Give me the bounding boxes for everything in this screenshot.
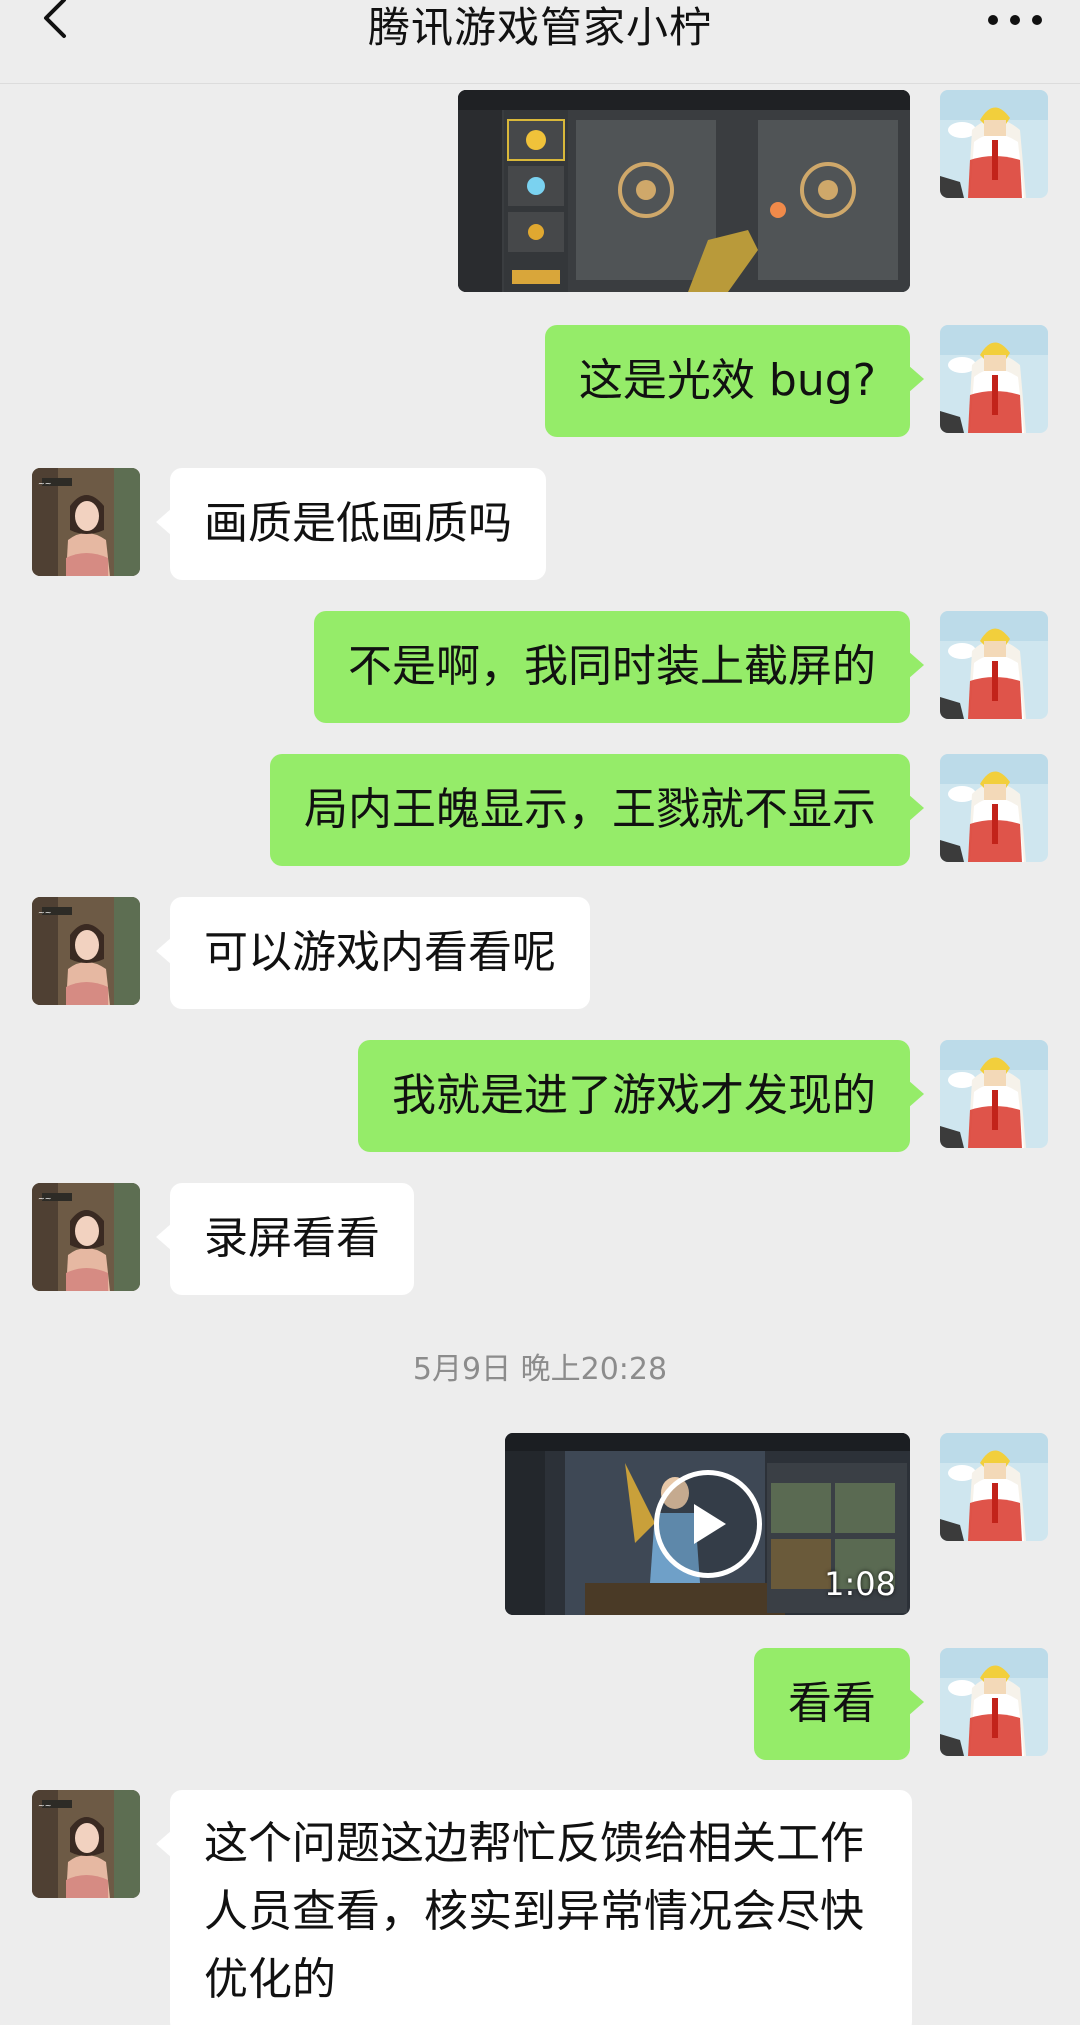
received-message-bubble[interactable]: 录屏看看 (156, 1183, 414, 1295)
game-screenshot-image (458, 90, 910, 292)
contact-avatar[interactable] (32, 468, 140, 576)
received-message-bubble[interactable]: 这个问题这边帮忙反馈给相关工作人员查看，核实到异常情况会尽快优化的 (156, 1790, 912, 2025)
my-avatar[interactable] (940, 90, 1048, 198)
contact-avatar[interactable] (32, 897, 140, 1005)
more-options-button[interactable] (980, 0, 1050, 40)
chat-header: 腾讯游戏管家小柠 (0, 0, 1080, 84)
my-avatar[interactable] (940, 1433, 1048, 1541)
sent-message-bubble[interactable]: 不是啊，我同时装上截屏的 (314, 611, 924, 723)
received-message-bubble[interactable]: 可以游戏内看看呢 (156, 897, 590, 1009)
chat-title: 腾讯游戏管家小柠 (367, 3, 712, 52)
my-avatar[interactable] (940, 754, 1048, 862)
ellipsis-icon (988, 15, 1042, 25)
contact-avatar[interactable] (32, 1183, 140, 1291)
sent-message-bubble[interactable]: 我就是进了游戏才发现的 (358, 1040, 924, 1152)
video-duration: 1:08 (824, 1565, 896, 1603)
play-button[interactable] (653, 1470, 762, 1578)
my-avatar[interactable] (940, 611, 1048, 719)
contact-avatar[interactable] (32, 1790, 140, 1898)
my-avatar[interactable] (940, 1040, 1048, 1148)
timestamp-separator: 5月9日 晚上20:28 (412, 1352, 668, 1387)
play-icon (693, 1504, 726, 1544)
sent-message-bubble[interactable]: 看看 (754, 1648, 924, 1760)
screenshot-image-message[interactable] (458, 90, 910, 292)
received-message-bubble[interactable]: 画质是低画质吗 (156, 468, 546, 580)
my-avatar[interactable] (940, 325, 1048, 433)
video-message[interactable]: 1:08 (505, 1433, 910, 1615)
my-avatar[interactable] (940, 1648, 1048, 1756)
sent-message-bubble[interactable]: 这是光效 bug? (544, 325, 925, 437)
sent-message-bubble[interactable]: 局内王魄显示，王戮就不显示 (270, 754, 924, 866)
